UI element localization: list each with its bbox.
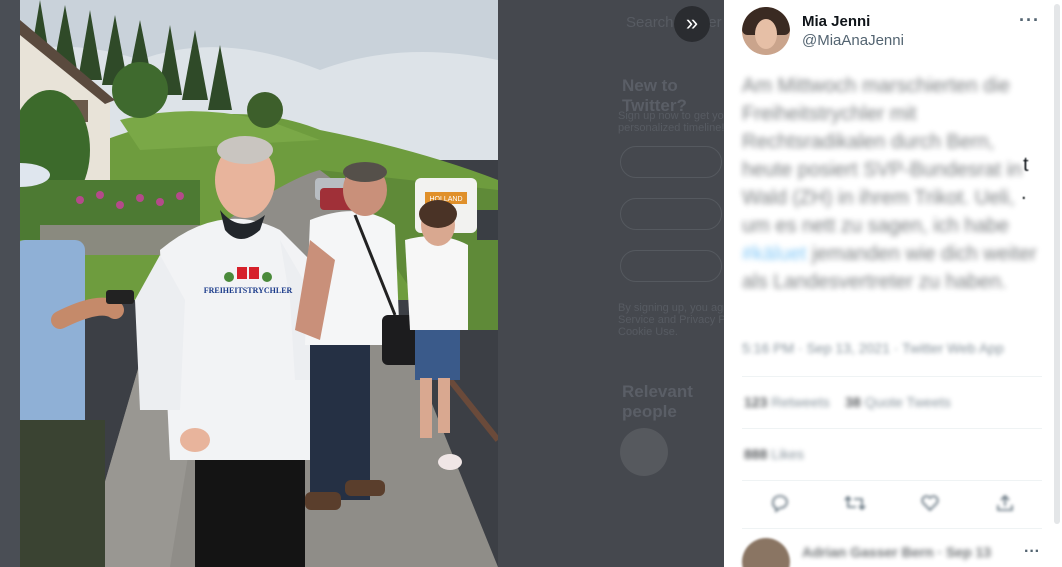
divider bbox=[742, 528, 1042, 529]
heart-icon[interactable] bbox=[915, 492, 945, 522]
divider bbox=[742, 428, 1042, 429]
retweet-stats[interactable]: 123 Retweets 38 Quote Tweets bbox=[744, 394, 951, 410]
avatar[interactable] bbox=[742, 538, 790, 567]
quotes-label: Quote Tweets bbox=[864, 394, 951, 410]
likes-stats[interactable]: 888 Likes bbox=[744, 446, 804, 462]
tweet-author[interactable]: Mia Jenni @MiaAnaJenni bbox=[742, 7, 904, 55]
tweet-text-visible-fragment-2: . bbox=[1021, 182, 1027, 204]
more-options-icon[interactable]: ··· bbox=[1019, 10, 1040, 31]
likes-count: 888 bbox=[744, 446, 768, 462]
quotes-count: 38 bbox=[845, 394, 861, 410]
likes-label: Likes bbox=[771, 446, 804, 462]
chevron-double-right-icon: » bbox=[685, 10, 699, 35]
media-photo: HOLLAND FREIHEITSTRYCHLER bbox=[20, 0, 498, 567]
terms-text: By signing up, you agree to the Terms of… bbox=[618, 302, 724, 338]
tweet-actions bbox=[742, 492, 1042, 522]
dimmed-background-left bbox=[0, 0, 20, 567]
relevant-avatar bbox=[620, 428, 668, 476]
phone-signup-button bbox=[620, 250, 722, 282]
divider bbox=[742, 376, 1042, 377]
retweets-count: 123 bbox=[744, 394, 768, 410]
relevant-people-heading: Relevant people bbox=[622, 382, 693, 421]
signup-subtext: Sign up now to get your own personalized… bbox=[618, 110, 724, 134]
tweet-text-visible-fragment: t bbox=[1023, 154, 1029, 176]
avatar[interactable] bbox=[742, 7, 790, 55]
reply-more-options-icon[interactable]: ··· bbox=[1024, 543, 1040, 561]
author-name[interactable]: Mia Jenni bbox=[802, 12, 904, 31]
retweets-label: Retweets bbox=[771, 394, 830, 410]
share-icon[interactable] bbox=[990, 492, 1020, 522]
hashtag-link[interactable]: #käluet bbox=[742, 243, 807, 265]
dimmed-sidebar: Search Twitter New to Twitter? Sign up n… bbox=[498, 0, 724, 567]
collapse-panel-button[interactable]: » bbox=[674, 6, 710, 42]
shirt-text: FREIHEITSTRYCHLER bbox=[204, 286, 293, 295]
reply-time: · Sep 13 bbox=[937, 544, 992, 560]
tweet-panel: Mia Jenni @MiaAnaJenni ··· Am Mittwoch m… bbox=[724, 0, 1062, 567]
tweet-text-part1: Am Mittwoch marschierten die Freiheitstr… bbox=[742, 75, 1023, 237]
divider bbox=[742, 480, 1042, 481]
panel-scrollbar[interactable] bbox=[1054, 4, 1060, 524]
author-handle[interactable]: @MiaAnaJenni bbox=[802, 31, 904, 50]
reply-icon[interactable] bbox=[765, 492, 795, 522]
google-signup-button bbox=[620, 146, 722, 178]
apple-signup-button bbox=[620, 198, 722, 230]
retweet-icon[interactable] bbox=[840, 492, 870, 522]
tweet-text: Am Mittwoch marschierten die Freiheitstr… bbox=[742, 72, 1047, 296]
reply-item[interactable]: Adrian Gasser Bern · Sep 13 bbox=[742, 538, 991, 567]
reply-author-name[interactable]: Adrian Gasser Bern bbox=[802, 544, 934, 560]
tweet-timestamp[interactable]: 5:16 PM · Sep 13, 2021 · Twitter Web App bbox=[742, 340, 1004, 356]
